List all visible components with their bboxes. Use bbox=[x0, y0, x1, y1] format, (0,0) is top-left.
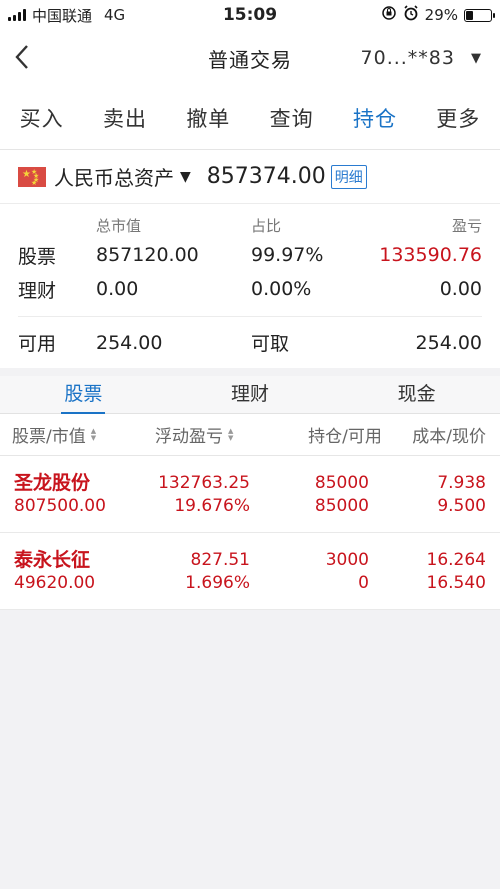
stock-market-value: 49620.00 bbox=[14, 573, 96, 593]
summary-header: 总市值 占比 盈亏 bbox=[18, 204, 482, 238]
table-row[interactable]: 泰永长征 49620.00 827.51 1.696% 3000 0 16.26… bbox=[0, 533, 500, 610]
alarm-icon bbox=[403, 5, 419, 25]
carrier-label: 中国联通 bbox=[32, 6, 93, 25]
float-pl-percent: 19.676% bbox=[174, 496, 250, 516]
account-number: 70...**83 bbox=[360, 47, 455, 69]
detail-button[interactable]: 明细 bbox=[330, 164, 367, 189]
rotation-lock-icon bbox=[381, 5, 397, 25]
market-value: 857120.00 bbox=[96, 244, 199, 266]
ratio: 99.97% bbox=[251, 244, 324, 266]
ratio: 0.00% bbox=[251, 278, 312, 300]
header-profit: 盈亏 bbox=[451, 217, 482, 235]
available-value: 254.00 bbox=[96, 331, 163, 354]
stock-name: 圣龙股份 bbox=[14, 472, 91, 494]
current-price: 9.500 bbox=[437, 496, 486, 516]
total-assets-value: 857374.00 bbox=[206, 164, 326, 189]
position-qty: 3000 bbox=[325, 550, 369, 570]
tab-positions[interactable]: 持仓 bbox=[349, 86, 401, 150]
table-row[interactable]: 圣龙股份 807500.00 132763.25 19.676% 85000 8… bbox=[0, 456, 500, 533]
withdrawable-label: 可取 bbox=[251, 333, 290, 355]
subtab-finance[interactable]: 理财 bbox=[167, 376, 334, 413]
nav-bar: 普通交易 70...**83 ▼ bbox=[0, 30, 500, 86]
header-market-value: 总市值 bbox=[96, 217, 142, 235]
row-label: 股票 bbox=[18, 245, 57, 268]
stock-name: 泰永长征 bbox=[14, 549, 91, 571]
currency-selector[interactable]: 人民币总资产 bbox=[54, 162, 174, 191]
header-stock-value: 股票/市值 bbox=[12, 427, 86, 447]
account-selector[interactable]: 70...**83 ▼ bbox=[361, 47, 482, 69]
asset-summary: ★ ★ ★ ★ ★ 人民币总资产 ▼ 857374.00 明细 总市值 占比 盈… bbox=[0, 150, 500, 368]
header-ratio: 占比 bbox=[251, 217, 282, 235]
summary-row-finance: 理财 0.00 0.00% 0.00 bbox=[18, 272, 482, 306]
current-price: 16.540 bbox=[426, 573, 486, 593]
summary-row-stock: 股票 857120.00 99.97% 133590.76 bbox=[18, 238, 482, 272]
available-qty: 85000 bbox=[314, 496, 369, 516]
main-tabs: 买入 卖出 撤单 查询 持仓 更多 bbox=[0, 86, 500, 150]
page-title: 普通交易 bbox=[208, 47, 292, 72]
available-label: 可用 bbox=[18, 333, 57, 355]
subtab-cash[interactable]: 现金 bbox=[333, 376, 500, 413]
tab-cancel-order[interactable]: 撤单 bbox=[182, 86, 234, 150]
profit: 133590.76 bbox=[379, 244, 482, 266]
chevron-left-icon bbox=[15, 45, 28, 69]
caret-down-icon[interactable]: ▼ bbox=[180, 169, 191, 185]
status-time: 15:09 bbox=[222, 5, 278, 25]
status-bar: 中国联通 4G 15:09 29% bbox=[0, 0, 500, 30]
back-button[interactable] bbox=[10, 42, 34, 72]
holdings-table-header: 股票/市值 ▲ ▼ 浮动盈亏 ▲ ▼ 持仓/可用 成本/现价 bbox=[0, 414, 500, 456]
tab-more[interactable]: 更多 bbox=[432, 86, 484, 150]
subtab-stocks[interactable]: 股票 bbox=[0, 376, 167, 413]
holdings-list: 圣龙股份 807500.00 132763.25 19.676% 85000 8… bbox=[0, 456, 500, 610]
tab-buy[interactable]: 买入 bbox=[16, 86, 68, 150]
tab-query[interactable]: 查询 bbox=[266, 86, 318, 150]
available-qty: 0 bbox=[358, 573, 369, 593]
header-float-pl: 浮动盈亏 bbox=[155, 427, 223, 447]
tab-sell[interactable]: 卖出 bbox=[99, 86, 151, 150]
available-row: 可用 254.00 可取 254.00 bbox=[18, 316, 482, 368]
holding-type-tabs: 股票 理财 现金 bbox=[0, 376, 500, 414]
position-qty: 85000 bbox=[314, 473, 369, 493]
market-value: 0.00 bbox=[96, 278, 139, 300]
china-flag-icon: ★ ★ ★ ★ ★ bbox=[18, 166, 46, 187]
sort-by-stock[interactable]: 股票/市值 ▲ ▼ bbox=[12, 422, 155, 447]
caret-down-icon: ▼ bbox=[471, 50, 482, 66]
profit: 0.00 bbox=[439, 278, 482, 300]
float-pl: 132763.25 bbox=[158, 473, 250, 493]
battery-percent: 29% bbox=[424, 6, 458, 24]
float-pl-percent: 1.696% bbox=[185, 573, 250, 593]
header-cost-price: 成本/现价 bbox=[412, 427, 486, 447]
withdrawable-value: 254.00 bbox=[415, 331, 482, 354]
row-label: 理财 bbox=[18, 279, 57, 302]
header-position: 持仓/可用 bbox=[308, 427, 382, 447]
cost-price: 16.264 bbox=[426, 550, 486, 570]
float-pl: 827.51 bbox=[190, 550, 250, 570]
cost-price: 7.938 bbox=[437, 473, 486, 493]
sort-by-float-pl[interactable]: 浮动盈亏 ▲ ▼ bbox=[155, 422, 285, 447]
network-label: 4G bbox=[104, 6, 126, 24]
sort-icon: ▲ ▼ bbox=[228, 426, 234, 442]
sort-icon: ▲ ▼ bbox=[90, 426, 97, 442]
signal-icon bbox=[8, 9, 26, 21]
battery-icon bbox=[464, 8, 495, 22]
stock-market-value: 807500.00 bbox=[14, 496, 106, 516]
